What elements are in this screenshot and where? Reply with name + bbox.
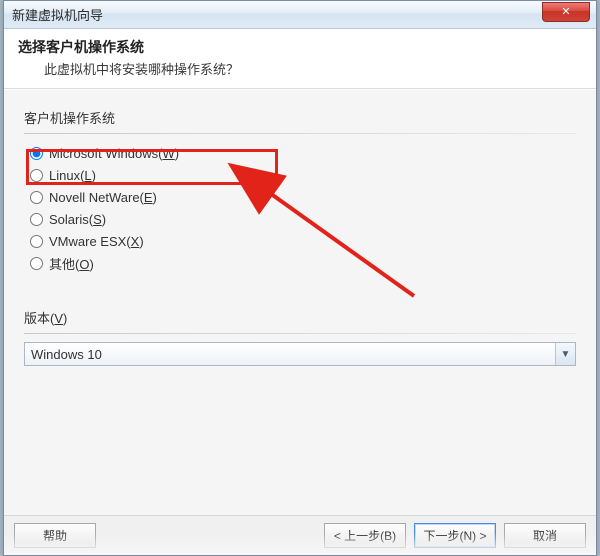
divider (24, 133, 576, 134)
version-select[interactable]: Windows 10 ▼ (24, 342, 576, 366)
footer: 帮助 < 上一步(B) 下一步(N) > 取消 (4, 515, 596, 555)
version-selected-value: Windows 10 (31, 347, 102, 362)
titlebar: 新建虚拟机向导 ✕ (4, 1, 596, 29)
radio-input[interactable] (30, 257, 43, 270)
close-button[interactable]: ✕ (542, 2, 590, 22)
divider (24, 333, 576, 334)
os-radio-microsoft-windows[interactable]: Microsoft Windows(W) (28, 142, 576, 164)
wizard-body: 客户机操作系统 Microsoft Windows(W) Linux(L) Nove… (4, 89, 596, 519)
version-label: 版本(V) (24, 308, 576, 327)
os-radio-group: Microsoft Windows(W) Linux(L) Novell NetWa… (24, 142, 576, 274)
radio-label: 其他(O) (49, 254, 94, 273)
radio-label: Solaris(S) (49, 212, 106, 227)
radio-input[interactable] (30, 213, 43, 226)
os-radio-solaris[interactable]: Solaris(S) (28, 208, 576, 230)
radio-input[interactable] (30, 191, 43, 204)
radio-input[interactable] (30, 147, 43, 160)
header-block: 选择客户机操作系统 此虚拟机中将安装哪种操作系统？ (4, 29, 596, 89)
os-radio-linux[interactable]: Linux(L) (28, 164, 576, 186)
radio-label: Microsoft Windows(W) (49, 146, 179, 161)
chevron-down-icon: ▼ (555, 343, 575, 365)
radio-label: VMware ESX(X) (49, 234, 144, 249)
os-radio--[interactable]: 其他(O) (28, 252, 576, 274)
header-subtitle: 此虚拟机中将安装哪种操作系统？ (18, 59, 582, 78)
os-radio-vmware-esx[interactable]: VMware ESX(X) (28, 230, 576, 252)
radio-input[interactable] (30, 235, 43, 248)
version-block: 版本(V) Windows 10 ▼ (24, 308, 576, 366)
close-icon: ✕ (561, 5, 570, 18)
radio-input[interactable] (30, 169, 43, 182)
wizard-window: 新建虚拟机向导 ✕ 选择客户机操作系统 此虚拟机中将安装哪种操作系统？ 客户机操… (3, 0, 597, 556)
radio-label: Linux(L) (49, 168, 96, 183)
radio-label: Novell NetWare(E) (49, 190, 157, 205)
os-group-label: 客户机操作系统 (24, 108, 576, 127)
header-title: 选择客户机操作系统 (18, 37, 582, 57)
window-title: 新建虚拟机向导 (12, 5, 103, 24)
os-radio-novell-netware[interactable]: Novell NetWare(E) (28, 186, 576, 208)
